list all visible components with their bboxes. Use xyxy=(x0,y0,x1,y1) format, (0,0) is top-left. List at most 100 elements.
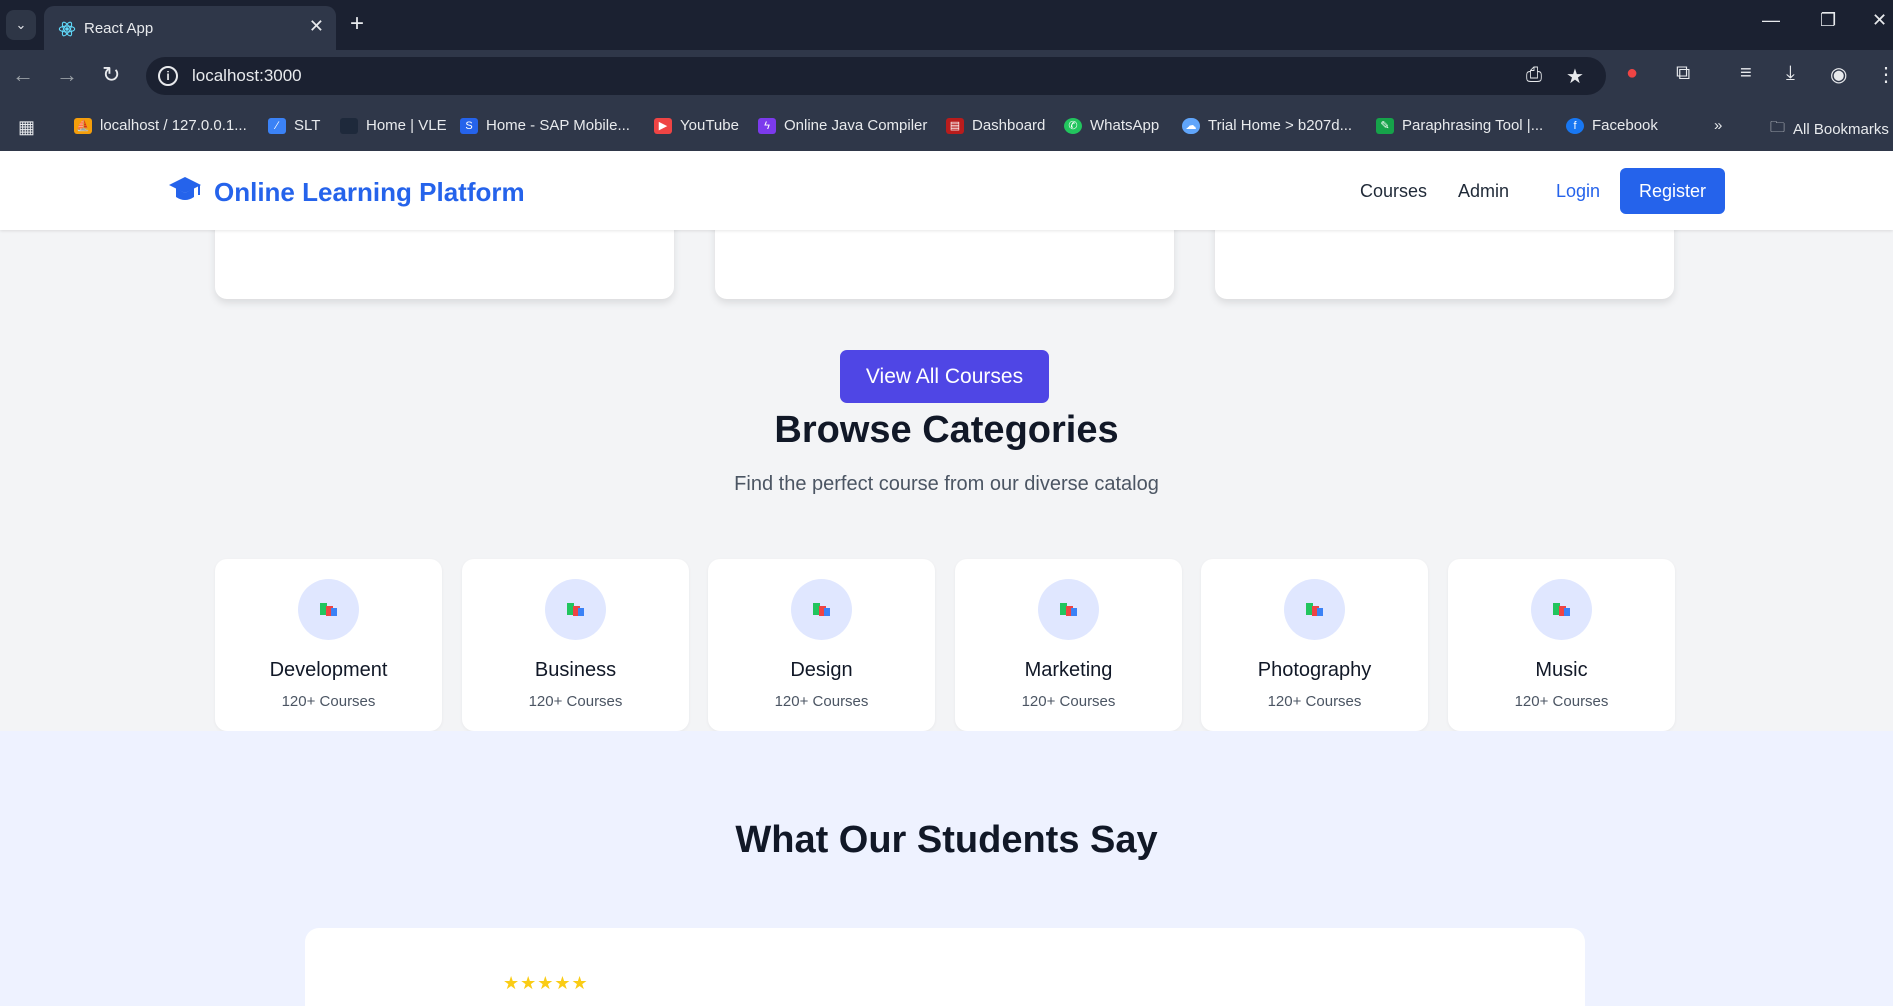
sap-icon: S xyxy=(460,117,478,134)
media-queue-icon[interactable]: ≡ xyxy=(1740,62,1752,85)
testimonials-title: What Our Students Say xyxy=(735,819,1158,861)
bookmark-item[interactable]: ✆ WhatsApp xyxy=(1064,117,1159,134)
category-card-development[interactable]: Development 120+ Courses xyxy=(215,559,442,731)
bookmark-item[interactable]: ⛵ localhost / 127.0.0.1... xyxy=(74,117,247,134)
bookmark-item[interactable]: Home | VLE xyxy=(340,117,447,134)
category-count: 120+ Courses xyxy=(1021,693,1116,710)
books-icon xyxy=(1553,603,1570,616)
browser-tabbar: ⌄ React App ✕ + — ❐ ✕ xyxy=(0,0,1893,50)
categories-title: Browse Categories xyxy=(774,409,1119,451)
new-tab-button[interactable]: + xyxy=(350,10,364,38)
category-icon-wrap xyxy=(545,579,606,640)
category-icon-wrap xyxy=(1284,579,1345,640)
category-name: Photography xyxy=(1257,659,1372,681)
extensions-puzzle-icon[interactable]: ⧉ xyxy=(1676,62,1690,85)
reload-icon[interactable]: ↻ xyxy=(102,62,120,88)
forward-icon[interactable]: → xyxy=(56,62,78,88)
bookmark-item[interactable]: ▤ Dashboard xyxy=(946,117,1045,134)
address-bar[interactable]: i localhost:3000 ⎙ ★ xyxy=(146,57,1606,95)
category-name: Marketing xyxy=(1024,659,1113,681)
testimonial-card: ★★★★★ xyxy=(305,928,1585,1006)
bookmark-label: Paraphrasing Tool |... xyxy=(1402,117,1544,134)
books-icon xyxy=(567,603,584,616)
bookmark-item[interactable]: ∕ SLT xyxy=(268,117,320,134)
url-text: localhost:3000 xyxy=(192,66,302,85)
download-icon[interactable]: ⤓ xyxy=(1786,62,1795,85)
category-icon-wrap xyxy=(791,579,852,640)
category-icon-wrap xyxy=(298,579,359,640)
cloud-icon: ☁ xyxy=(1182,117,1200,134)
bookmark-item[interactable]: ☁ Trial Home > b207d... xyxy=(1182,117,1352,134)
install-app-icon[interactable]: ⎙ xyxy=(1526,64,1542,87)
apps-grid-icon[interactable]: ▦ xyxy=(18,117,35,138)
bookmark-label: YouTube xyxy=(680,117,739,134)
category-name: Development xyxy=(269,659,388,681)
java-compiler-icon: ϟ xyxy=(758,117,776,134)
bookmark-item[interactable]: ▶ YouTube xyxy=(654,117,739,134)
books-icon xyxy=(1306,603,1323,616)
bookmark-star-icon[interactable]: ★ xyxy=(1566,64,1584,89)
books-icon xyxy=(1060,603,1077,616)
youtube-icon: ▶ xyxy=(654,117,672,134)
avatar[interactable]: ◉ xyxy=(1830,62,1847,87)
close-icon[interactable]: ✕ xyxy=(309,16,324,37)
bookmark-label: Online Java Compiler xyxy=(784,117,928,134)
category-count: 120+ Courses xyxy=(1267,693,1362,710)
window-close-icon[interactable]: ✕ xyxy=(1872,10,1887,31)
bookmark-label: Facebook xyxy=(1592,117,1658,134)
category-card-marketing[interactable]: Marketing 120+ Courses xyxy=(955,559,1182,731)
tab-title: React App xyxy=(84,20,154,37)
bookmark-label: WhatsApp xyxy=(1090,117,1160,134)
category-name: Design xyxy=(790,659,853,681)
dashboard-icon: ▤ xyxy=(946,117,964,134)
slt-icon: ∕ xyxy=(268,117,286,134)
category-card-business[interactable]: Business 120+ Courses xyxy=(462,559,689,731)
nav-admin[interactable]: Admin xyxy=(1458,181,1509,202)
nav-courses[interactable]: Courses xyxy=(1360,181,1427,202)
category-name: Music xyxy=(1535,659,1588,681)
category-count: 120+ Courses xyxy=(528,693,623,710)
bookmark-label: Trial Home > b207d... xyxy=(1208,117,1353,134)
site-header: Online Learning Platform Courses Admin L… xyxy=(0,151,1893,230)
facebook-icon: f xyxy=(1566,117,1584,134)
extension-icon[interactable]: ● xyxy=(1626,62,1638,85)
category-card-photography[interactable]: Photography 120+ Courses xyxy=(1201,559,1428,731)
paraphrasing-tool-icon: ✎ xyxy=(1376,117,1394,134)
bookmark-label: Dashboard xyxy=(972,117,1046,134)
bookmark-label: Home - SAP Mobile... xyxy=(486,117,630,134)
view-all-courses-button[interactable]: View All Courses xyxy=(840,350,1049,403)
all-bookmarks[interactable]: 🗀 All Bookmarks xyxy=(1770,117,1889,142)
category-icon-wrap xyxy=(1038,579,1099,640)
bookmark-item[interactable]: f Facebook xyxy=(1566,117,1658,134)
site-info-icon[interactable]: i xyxy=(158,66,178,86)
bookmark-label: SLT xyxy=(294,117,321,134)
bookmarks-bar: ▦ ⛵ localhost / 127.0.0.1... ∕ SLT Home | … xyxy=(0,101,1893,151)
whatsapp-icon: ✆ xyxy=(1064,117,1082,134)
category-count: 120+ Courses xyxy=(1514,693,1609,710)
category-card-music[interactable]: Music 120+ Courses xyxy=(1448,559,1675,731)
graduation-cap-icon xyxy=(169,177,201,200)
more-bookmarks-icon[interactable]: » xyxy=(1714,117,1722,134)
tab-search-button[interactable]: ⌄ xyxy=(6,10,36,40)
menu-dots-icon[interactable]: ⋮ xyxy=(1876,62,1893,87)
browser-tab[interactable]: React App ✕ xyxy=(44,6,336,50)
page-viewport: Online Learning Platform Courses Admin L… xyxy=(0,151,1893,1006)
site-logo-text[interactable]: Online Learning Platform xyxy=(214,177,525,208)
bookmark-item[interactable]: ✎ Paraphrasing Tool |... xyxy=(1376,117,1543,134)
minimize-icon[interactable]: — xyxy=(1762,10,1780,31)
category-name: Business xyxy=(534,659,617,681)
restore-icon[interactable]: ❐ xyxy=(1820,10,1836,31)
bookmark-item[interactable]: S Home - SAP Mobile... xyxy=(460,117,630,134)
books-icon xyxy=(320,603,337,616)
category-count: 120+ Courses xyxy=(281,693,376,710)
folder-icon: 🗀 xyxy=(1770,119,1786,136)
bookmark-item[interactable]: ϟ Online Java Compiler xyxy=(758,117,927,134)
category-count: 120+ Courses xyxy=(774,693,869,710)
category-card-design[interactable]: Design 120+ Courses xyxy=(708,559,935,731)
bookmark-label: Home | VLE xyxy=(366,117,447,134)
register-button[interactable]: Register xyxy=(1620,168,1725,214)
login-link[interactable]: Login xyxy=(1556,181,1600,202)
category-icon-wrap xyxy=(1531,579,1592,640)
bookmark-label: localhost / 127.0.0.1... xyxy=(100,117,247,134)
back-icon[interactable]: ← xyxy=(12,62,34,88)
